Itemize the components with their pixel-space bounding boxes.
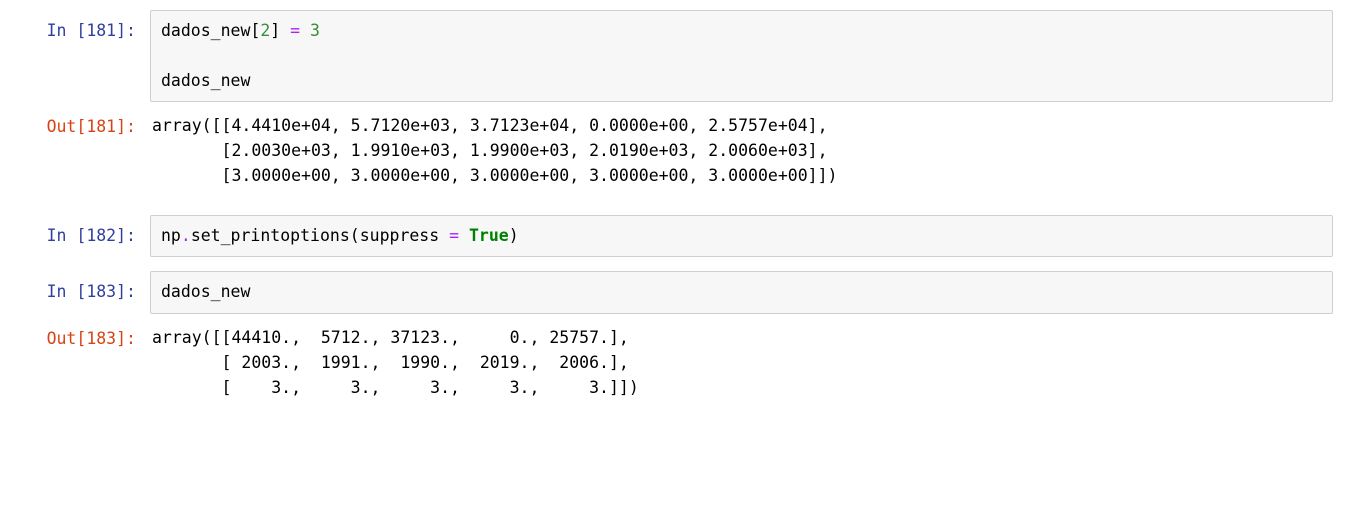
prompt-label: Out[	[47, 117, 87, 136]
code-token: =	[449, 226, 459, 245]
code-input-area[interactable]: dados_new[2] = 3 dados_new	[150, 10, 1333, 102]
code-token: =	[290, 21, 300, 40]
code-token: True	[469, 226, 509, 245]
output-prompt: Out[181]:	[20, 106, 150, 140]
code-token	[280, 21, 290, 40]
prompt-label: In [	[47, 282, 87, 301]
code-token: dados_new	[161, 282, 250, 301]
prompt-label: In [	[47, 21, 87, 40]
code-token	[459, 226, 469, 245]
code-cell: In [183]: dados_new	[20, 271, 1333, 314]
code-token: ]	[270, 21, 280, 40]
prompt-exec-count: 182	[86, 226, 116, 245]
code-token: 2	[260, 21, 270, 40]
output-text: array([[4.4410e+04, 5.7120e+03, 3.7123e+…	[150, 106, 1333, 200]
code-token	[300, 21, 310, 40]
code-token: 3	[310, 21, 320, 40]
prompt-exec-count: 183	[86, 282, 116, 301]
output-text: array([[44410., 5712., 37123., 0., 25757…	[150, 318, 1333, 412]
output-cell: Out[181]:array([[4.4410e+04, 5.7120e+03,…	[20, 106, 1333, 200]
code-token: [	[250, 21, 260, 40]
prompt-exec-count: 181	[86, 117, 116, 136]
code-token: suppress	[360, 226, 439, 245]
code-token: (	[350, 226, 360, 245]
code-cell: In [181]:dados_new[2] = 3 dados_new	[20, 10, 1333, 102]
code-token	[439, 226, 449, 245]
code-token: .	[181, 226, 191, 245]
output-prompt: Out[183]:	[20, 318, 150, 352]
input-prompt: In [182]:	[20, 215, 150, 249]
notebook-container: In [181]:dados_new[2] = 3 dados_newOut[1…	[20, 10, 1333, 426]
prompt-label: Out[	[47, 329, 87, 348]
prompt-label: In [	[47, 226, 87, 245]
code-token: dados_new	[161, 71, 250, 90]
code-token: set_printoptions	[191, 226, 350, 245]
output-cell: Out[183]:array([[44410., 5712., 37123., …	[20, 318, 1333, 412]
code-token: )	[509, 226, 519, 245]
code-token: dados_new	[161, 21, 250, 40]
prompt-exec-count: 181	[86, 21, 116, 40]
code-cell: In [182]:np.set_printoptions(suppress = …	[20, 215, 1333, 258]
code-token: np	[161, 226, 181, 245]
prompt-exec-count: 183	[86, 329, 116, 348]
code-input-area[interactable]: np.set_printoptions(suppress = True)	[150, 215, 1333, 258]
code-input-area[interactable]: dados_new	[150, 271, 1333, 314]
input-prompt: In [183]:	[20, 271, 150, 305]
input-prompt: In [181]:	[20, 10, 150, 44]
